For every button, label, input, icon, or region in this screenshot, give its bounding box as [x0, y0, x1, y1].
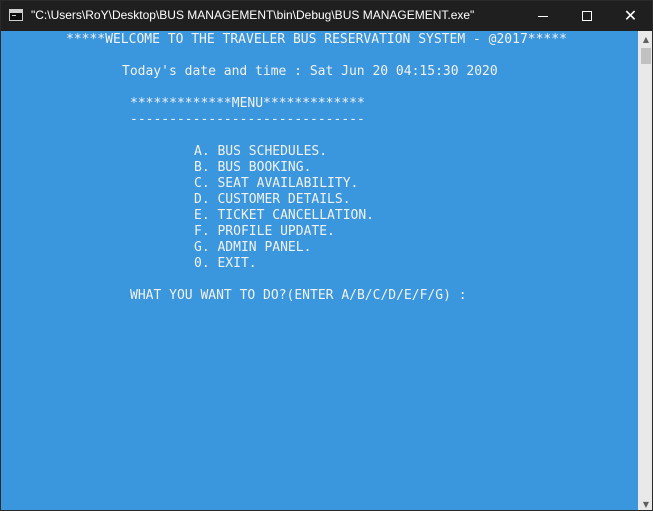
console-output[interactable]: *****WELCOME TO THE TRAVELER BUS RESERVA…: [1, 31, 637, 510]
menu-option-exit: 0. EXIT.: [194, 256, 257, 271]
menu-option-b: B. BUS BOOKING.: [194, 160, 312, 175]
datetime-line: Today's date and time : Sat Jun 20 04:15…: [122, 64, 498, 79]
menu-option-e: E. TICKET CANCELLATION.: [194, 208, 375, 223]
console-app-icon[interactable]: [9, 9, 23, 21]
minimize-button[interactable]: [520, 1, 565, 31]
console-window: "C:\Users\RoY\Desktop\BUS MANAGEMENT\bin…: [0, 0, 653, 511]
minimize-icon: [537, 15, 548, 17]
vertical-scrollbar[interactable]: ▲ ▼: [638, 31, 652, 510]
close-button[interactable]: ✕: [608, 1, 652, 31]
maximize-icon: [581, 11, 592, 21]
menu-option-a: A. BUS SCHEDULES.: [194, 144, 328, 159]
chevron-up-icon: ▲: [642, 34, 650, 44]
scroll-up-button[interactable]: ▲: [638, 31, 652, 47]
menu-separator: ------------------------------: [130, 112, 365, 127]
menu-option-g: G. ADMIN PANEL.: [194, 240, 312, 255]
window-title: "C:\Users\RoY\Desktop\BUS MANAGEMENT\bin…: [31, 8, 475, 22]
scroll-down-button[interactable]: ▼: [638, 496, 652, 510]
scrollbar-thumb[interactable]: [641, 48, 651, 64]
menu-header: *************MENU*************: [130, 96, 365, 111]
menu-option-c: C. SEAT AVAILABILITY.: [194, 176, 359, 191]
menu-option-f: F. PROFILE UPDATE.: [194, 224, 335, 239]
input-prompt: WHAT YOU WANT TO DO?(ENTER A/B/C/D/E/F/G…: [130, 288, 467, 303]
maximize-button[interactable]: [564, 1, 609, 31]
menu-option-d: D. CUSTOMER DETAILS.: [194, 192, 351, 207]
close-icon: ✕: [623, 6, 638, 25]
chevron-down-icon: ▼: [642, 499, 650, 509]
title-bar[interactable]: "C:\Users\RoY\Desktop\BUS MANAGEMENT\bin…: [1, 1, 652, 31]
welcome-banner: *****WELCOME TO THE TRAVELER BUS RESERVA…: [66, 32, 567, 47]
